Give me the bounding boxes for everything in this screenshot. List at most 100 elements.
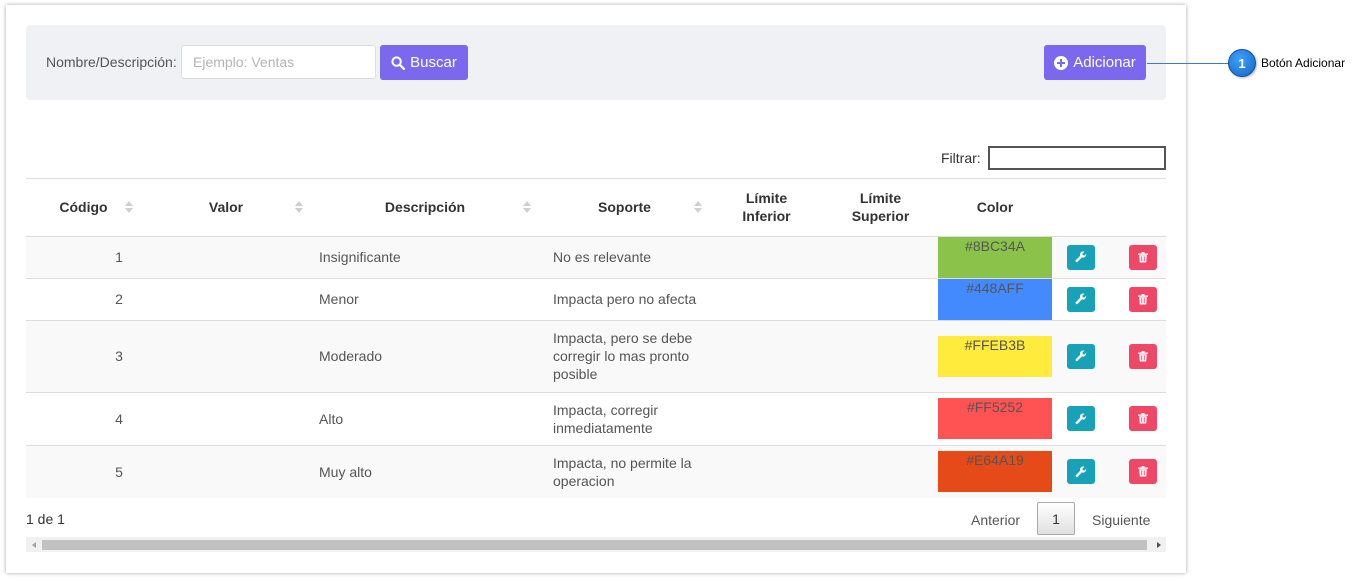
cell-valor	[141, 392, 311, 446]
search-button-label: Buscar	[410, 54, 457, 71]
column-header-valor[interactable]: Valor	[141, 179, 311, 237]
sort-icon	[523, 201, 531, 214]
column-header-descripcion[interactable]: Descripción	[311, 179, 539, 237]
cell-descripcion: Muy alto	[311, 445, 539, 498]
scroll-right-arrow-icon[interactable]	[1151, 537, 1166, 552]
cell-limite-superior	[823, 236, 938, 279]
cell-valor	[141, 445, 311, 498]
main-panel: Nombre/Descripción: Buscar Adicionar Fil…	[6, 5, 1186, 573]
search-bar: Nombre/Descripción: Buscar Adicionar	[26, 25, 1166, 100]
color-swatch: #FFEB3B	[938, 335, 1052, 377]
edit-button[interactable]	[1066, 459, 1095, 484]
cell-limite-superior	[823, 278, 938, 321]
cell-edit	[1052, 445, 1109, 498]
search-input[interactable]	[181, 45, 376, 79]
cell-delete	[1109, 236, 1166, 279]
cell-valor	[141, 320, 311, 393]
cell-delete	[1109, 320, 1166, 393]
delete-button[interactable]	[1128, 459, 1157, 484]
table-body: 1 Insignificante No es relevante #8BC34A	[26, 236, 1166, 498]
table-row: 4 Alto Impacta, corregir inmediatamente …	[26, 392, 1166, 446]
callout-connector	[1147, 63, 1229, 64]
horizontal-scrollbar[interactable]	[26, 537, 1166, 552]
cell-limite-inferior	[710, 320, 823, 393]
cell-limite-inferior	[710, 392, 823, 446]
data-table: Código Valor Descripción Soporte Límite …	[26, 179, 1166, 498]
add-button-label: Adicionar	[1073, 54, 1136, 71]
cell-color: #E64A19	[938, 445, 1052, 498]
cell-delete	[1109, 392, 1166, 446]
delete-button[interactable]	[1128, 286, 1157, 312]
trash-icon	[1137, 293, 1148, 304]
color-swatch: #448AFF	[938, 278, 1052, 320]
cell-limite-superior	[823, 392, 938, 446]
delete-button[interactable]	[1128, 244, 1157, 270]
column-header-limite-superior-label: Límite Superior	[851, 190, 910, 225]
cell-limite-inferior	[710, 278, 823, 321]
cell-valor	[141, 236, 311, 279]
cell-limite-inferior	[710, 445, 823, 498]
scroll-left-arrow-icon[interactable]	[26, 537, 41, 552]
column-header-color: Color	[938, 179, 1052, 237]
cell-codigo: 2	[26, 278, 141, 321]
cell-soporte: Impacta, pero se debe corregir lo mas pr…	[539, 320, 710, 393]
filter-input[interactable]	[988, 146, 1166, 170]
filter-label: Filtrar:	[941, 150, 981, 166]
search-icon	[391, 55, 406, 70]
pagination-previous[interactable]: Anterior	[971, 512, 1020, 528]
column-header-codigo[interactable]: Código	[26, 179, 141, 237]
delete-button[interactable]	[1128, 343, 1157, 369]
cell-color: #FFEB3B	[938, 320, 1052, 393]
cell-edit	[1052, 278, 1109, 321]
wrench-icon	[1075, 465, 1086, 477]
table-header-row: Código Valor Descripción Soporte Límite …	[26, 179, 1166, 237]
edit-button[interactable]	[1066, 286, 1095, 312]
cell-edit	[1052, 392, 1109, 446]
cell-edit	[1052, 236, 1109, 279]
wrench-icon	[1075, 293, 1086, 305]
cell-soporte: Impacta, corregir inmediatamente	[539, 392, 710, 446]
cell-codigo: 3	[26, 320, 141, 393]
edit-button[interactable]	[1066, 343, 1095, 369]
search-button[interactable]: Buscar	[380, 45, 468, 80]
cell-soporte: Impacta pero no afecta	[539, 278, 710, 321]
scrollbar-thumb[interactable]	[42, 540, 1147, 550]
add-button[interactable]: Adicionar	[1044, 45, 1146, 80]
pagination-next[interactable]: Siguiente	[1092, 512, 1150, 528]
cell-color: #FF5252	[938, 392, 1052, 446]
cell-delete	[1109, 278, 1166, 321]
plus-circle-icon	[1054, 55, 1069, 70]
data-table-container: Código Valor Descripción Soporte Límite …	[26, 178, 1166, 498]
column-header-color-label: Color	[976, 199, 1014, 216]
cell-delete	[1109, 445, 1166, 498]
cell-color: #8BC34A	[938, 236, 1052, 279]
column-header-soporte[interactable]: Soporte	[539, 179, 710, 237]
column-header-codigo-label: Código	[59, 199, 108, 216]
cell-valor	[141, 278, 311, 321]
wrench-icon	[1075, 350, 1086, 362]
cell-color: #448AFF	[938, 278, 1052, 321]
cell-descripcion: Moderado	[311, 320, 539, 393]
pagination-info: 1 de 1	[26, 511, 65, 527]
trash-icon	[1137, 350, 1148, 361]
column-header-limite-inferior-label: Límite Inferior	[742, 190, 791, 225]
pagination-page-current[interactable]: 1	[1037, 502, 1075, 535]
table-row: 2 Menor Impacta pero no afecta #448AFF	[26, 278, 1166, 321]
column-header-limite-inferior: Límite Inferior	[710, 179, 823, 237]
table-row: 1 Insignificante No es relevante #8BC34A	[26, 236, 1166, 279]
column-header-edit	[1052, 179, 1109, 237]
column-header-descripcion-label: Descripción	[384, 199, 466, 216]
edit-button[interactable]	[1066, 244, 1095, 270]
cell-limite-superior	[823, 320, 938, 393]
cell-soporte: Impacta, no permite la operacion	[539, 445, 710, 498]
callout-label: Botón Adicionar	[1261, 56, 1346, 70]
color-swatch: #E64A19	[938, 451, 1052, 492]
trash-icon	[1137, 251, 1148, 262]
column-header-valor-label: Valor	[208, 199, 244, 216]
delete-button[interactable]	[1128, 406, 1157, 431]
edit-button[interactable]	[1066, 406, 1095, 431]
column-header-limite-superior: Límite Superior	[823, 179, 938, 237]
cell-limite-superior	[823, 445, 938, 498]
cell-descripcion: Alto	[311, 392, 539, 446]
wrench-icon	[1075, 251, 1086, 263]
